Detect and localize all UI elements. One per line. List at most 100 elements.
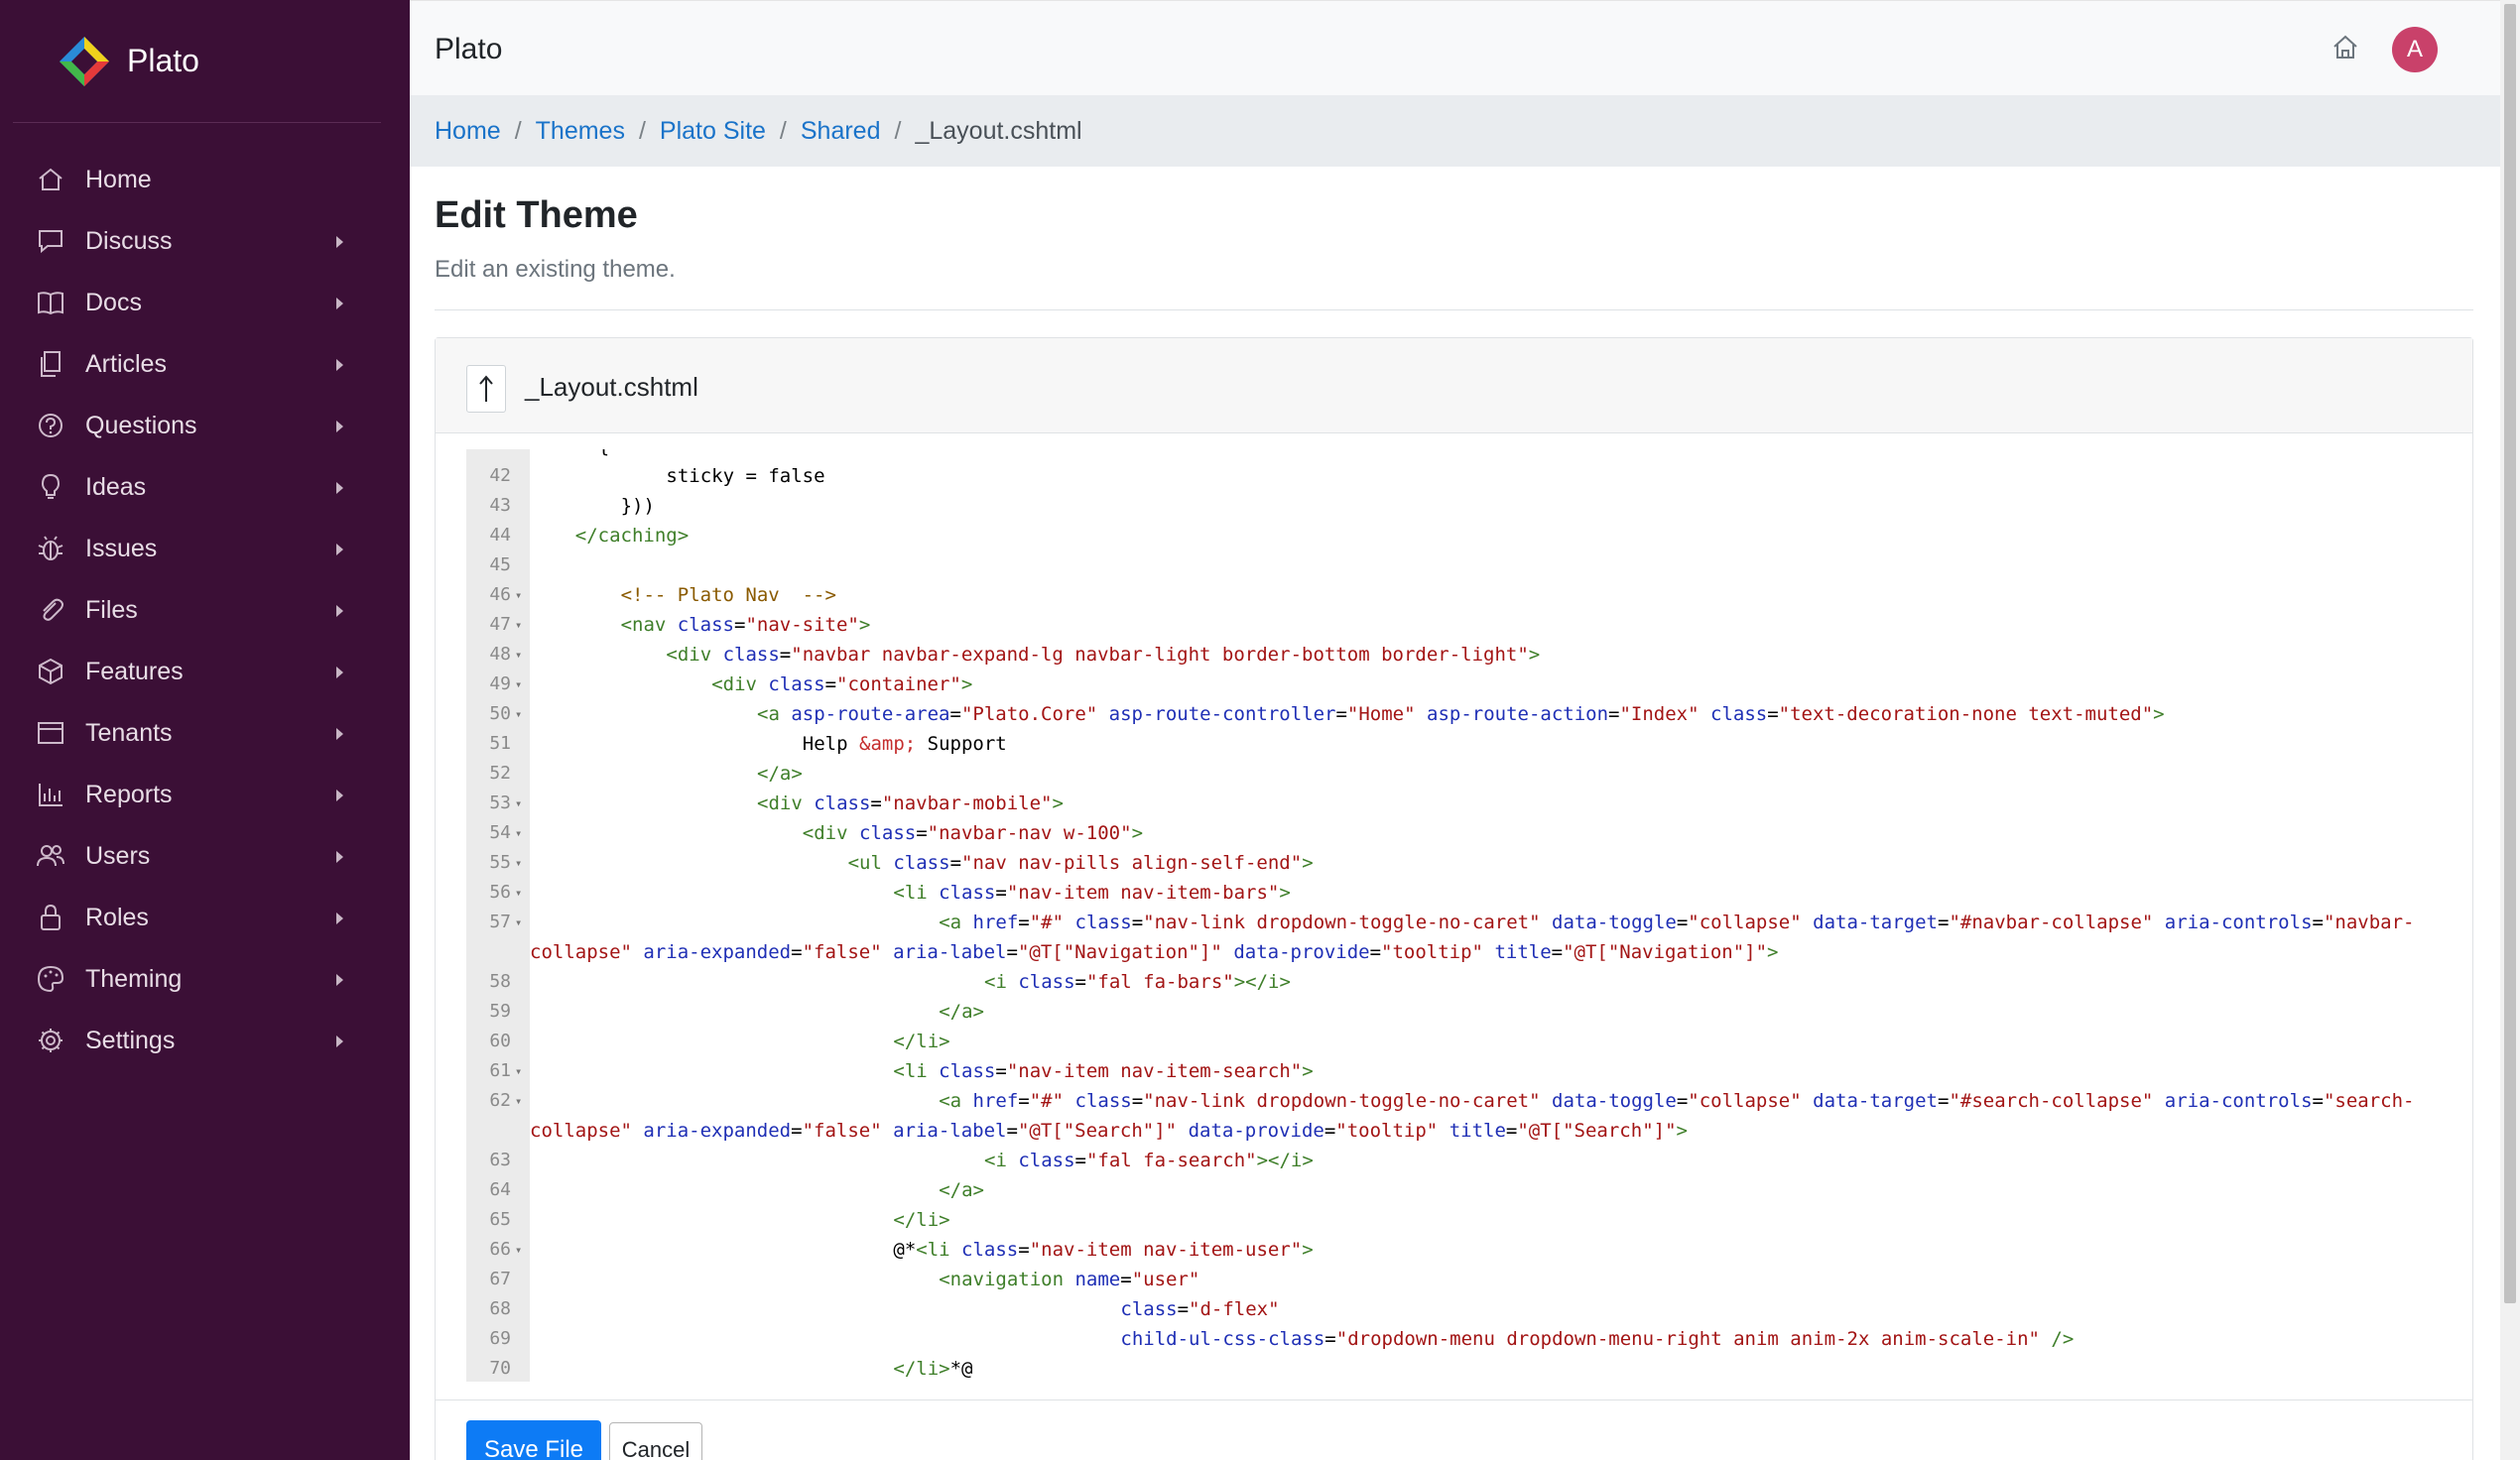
code-text: <li class="nav-item nav-item-search"> <box>893 1056 1313 1086</box>
code-text: </caching> <box>575 521 689 550</box>
fold-toggle-icon[interactable]: ▾ <box>515 789 522 818</box>
upload-button[interactable] <box>466 365 506 413</box>
fold-toggle-icon[interactable]: ▾ <box>515 640 522 669</box>
code-token: data-toggle <box>1552 912 1677 933</box>
code-line: 59 </a> <box>466 997 2401 1027</box>
fold-toggle-icon[interactable]: ▾ <box>515 1235 522 1265</box>
page-scrollbar[interactable] <box>2500 0 2520 1460</box>
code-token: <div <box>666 644 723 666</box>
brand[interactable]: Plato <box>13 0 381 123</box>
code-token: href <box>972 1090 1019 1112</box>
code-line: 55 ▾ <ul class="nav nav-pills align-self-e… <box>466 848 2401 878</box>
caret-right-icon <box>336 298 343 309</box>
fold-toggle-icon[interactable]: ▾ <box>515 818 522 848</box>
page-title: Edit Theme <box>435 194 638 236</box>
code-token: </a> <box>757 763 803 785</box>
sidebar-item-issues[interactable]: Issues <box>0 518 410 579</box>
sidebar-item-files[interactable]: Files <box>0 579 410 641</box>
code-token: class <box>814 792 871 814</box>
code-token: collapse" <box>530 941 632 963</box>
breadcrumb-link[interactable]: Plato Site <box>660 117 766 146</box>
fold-toggle-icon[interactable]: ▾ <box>515 878 522 908</box>
fold-toggle-icon[interactable]: ▾ <box>515 1056 522 1086</box>
line-number: 69 <box>489 1328 511 1349</box>
code-token: "user" <box>1131 1269 1200 1290</box>
sidebar-item-roles[interactable]: Roles <box>0 887 410 948</box>
code-token: name <box>1074 1269 1121 1290</box>
sidebar-item-tenants[interactable]: Tenants <box>0 702 410 764</box>
sidebar-item-settings[interactable]: Settings <box>0 1010 410 1071</box>
sidebar-item-features[interactable]: Features <box>0 641 410 702</box>
code-token: = <box>1074 1150 1086 1171</box>
code-line: 50 ▾ <a asp-route-area="Plato.Core" asp-ro… <box>466 699 2401 729</box>
fold-toggle-icon[interactable]: ▾ <box>515 669 522 699</box>
code-text: </a> <box>757 759 803 789</box>
cancel-button[interactable]: Cancel <box>609 1422 702 1460</box>
code-token: <ul <box>847 852 894 874</box>
lock-icon <box>41 904 61 930</box>
divider <box>435 309 2473 310</box>
fold-toggle-icon[interactable]: ▾ <box>515 908 522 937</box>
code-token: "#" <box>1029 912 1065 933</box>
code-line: 65 </li> <box>466 1205 2401 1235</box>
code-token: "@T["Search"]" <box>1517 1120 1677 1142</box>
upload-arrow-icon <box>479 375 493 402</box>
breadcrumb-link[interactable]: Themes <box>536 117 625 146</box>
sidebar-item-label: Questions <box>85 411 197 439</box>
code-line: 49 ▾ <div class="container"> <box>466 669 2401 699</box>
code-token: class <box>677 614 734 636</box>
sidebar-item-ideas[interactable]: Ideas <box>0 456 410 518</box>
sidebar-nav: Home Discuss Docs Articles Questions Ideas Iss… <box>0 149 410 1071</box>
fold-toggle-icon[interactable]: ▾ <box>515 610 522 640</box>
code-editor[interactable]: {42sticky = false43}))44</caching>4546▾<… <box>466 449 2439 1382</box>
code-token: "nav-item nav-item-search" <box>1006 1060 1303 1082</box>
cube-icon <box>39 658 63 685</box>
code-token: > <box>1131 822 1144 844</box>
page-scroll-thumb[interactable] <box>2504 4 2516 1303</box>
sidebar-item-label: Settings <box>85 1026 176 1054</box>
save-file-button[interactable]: Save File <box>466 1420 601 1460</box>
fold-toggle-icon[interactable]: ▾ <box>515 848 522 878</box>
sidebar-item-docs[interactable]: Docs <box>0 272 410 333</box>
sidebar-item-theming[interactable]: Theming <box>0 948 410 1010</box>
code-line: 53 ▾ <div class="navbar-mobile"> <box>466 789 2401 818</box>
fold-toggle-icon[interactable]: ▾ <box>515 580 522 610</box>
fold-toggle-icon[interactable]: ▾ <box>515 1086 522 1116</box>
code-token: > <box>858 614 871 636</box>
caret-right-icon <box>336 544 343 555</box>
code-line: collapse" aria-expanded="false" aria-lab… <box>466 937 2401 967</box>
code-token: class <box>859 822 917 844</box>
plato-logo-icon <box>60 36 109 86</box>
sidebar-item-reports[interactable]: Reports <box>0 764 410 825</box>
breadcrumb-separator: / <box>894 116 902 145</box>
code-token: > <box>960 673 973 695</box>
code-token: "#search-collapse" <box>1949 1090 2154 1112</box>
breadcrumb-link[interactable]: Home <box>435 117 501 146</box>
caret-right-icon <box>336 912 343 924</box>
sidebar-item-label: Ideas <box>85 472 147 501</box>
avatar[interactable]: A <box>2392 27 2438 72</box>
sidebar-item-users[interactable]: Users <box>0 825 410 887</box>
home-icon[interactable] <box>2329 31 2362 64</box>
code-token: sticky = false <box>666 465 825 487</box>
sidebar-item-questions[interactable]: Questions <box>0 395 410 456</box>
sidebar-item-home[interactable]: Home <box>0 149 410 210</box>
code-line: 67 <navigation name="user" <box>466 1265 2401 1294</box>
code-token: "tooltip" <box>1335 1120 1439 1142</box>
code-token: <li <box>893 882 940 904</box>
sidebar: Plato Home Discuss Docs Articles Questions Id… <box>0 0 410 1460</box>
sidebar-item-articles[interactable]: Articles <box>0 333 410 395</box>
line-number: 48 <box>489 644 511 665</box>
breadcrumb-link[interactable]: Shared <box>801 117 881 146</box>
code-line: 70 </li>*@ <box>466 1354 2401 1382</box>
sidebar-item-discuss[interactable]: Discuss <box>0 210 410 272</box>
sidebar-item-label: Theming <box>85 964 183 993</box>
code-token: "navbar navbar-expand-lg navbar-light bo… <box>791 644 1529 666</box>
fold-toggle-icon[interactable]: ▾ <box>515 699 522 729</box>
code-token: = <box>1505 1120 1518 1142</box>
code-line: 58 <i class="fal fa-bars"></i> <box>466 967 2401 997</box>
code-token: "Plato.Core" <box>960 703 1098 725</box>
